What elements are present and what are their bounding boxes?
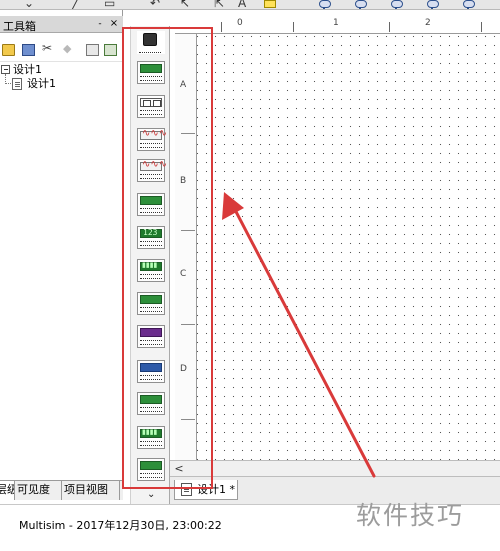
ruler-top-label: 0 — [237, 18, 243, 28]
logic-converter-icon[interactable] — [137, 325, 165, 348]
design-toolbox-panel: 工具箱 - × 设计1 设计1 层级 可见度 项目视图 — [0, 10, 123, 500]
schematic-canvas[interactable] — [175, 14, 500, 460]
netlist-icon[interactable] — [104, 44, 117, 56]
tab-visibility[interactable]: 可见度 — [15, 481, 62, 500]
disabled-icon — [63, 42, 76, 56]
word-generator-icon[interactable] — [137, 259, 165, 282]
collapse-icon[interactable] — [1, 65, 10, 74]
iv-analyzer-icon[interactable] — [137, 360, 165, 383]
properties-icon[interactable] — [86, 44, 99, 56]
note-icon[interactable] — [264, 0, 276, 8]
tab-project-view[interactable]: 项目视图 — [62, 481, 120, 500]
zoom-icon[interactable]: ⌄ — [24, 0, 34, 9]
spectrum-analyzer-icon[interactable] — [137, 426, 165, 449]
ruler-left-label: C — [180, 269, 187, 279]
oscilloscope-icon[interactable] — [137, 128, 167, 151]
distortion-analyzer-icon[interactable] — [137, 392, 165, 415]
probe-icon[interactable] — [352, 0, 368, 9]
horizontal-scrollbar[interactable]: < — [170, 460, 500, 476]
multimeter-icon[interactable] — [137, 31, 165, 54]
pointer-icon[interactable]: ⇱ — [214, 0, 224, 9]
open-folder-icon[interactable] — [2, 44, 15, 56]
pin-button[interactable]: - — [95, 18, 105, 30]
probe-icon[interactable] — [460, 0, 476, 9]
wattmeter-icon[interactable] — [137, 95, 165, 118]
ruler-left: A B C D — [175, 34, 197, 460]
instruments-toolbar: ⌄ — [130, 26, 170, 504]
ruler-top: 0 1 2 — [175, 14, 500, 34]
probe-icon[interactable] — [316, 0, 332, 9]
ruler-left-label: B — [180, 176, 187, 186]
ruler-left-label: A — [180, 80, 187, 90]
panel-toolbar — [0, 40, 123, 62]
network-analyzer-icon[interactable] — [137, 458, 165, 481]
save-icon[interactable] — [22, 44, 35, 56]
tab-design1[interactable]: 设计1 * — [174, 480, 238, 500]
function-generator-icon[interactable] — [137, 61, 165, 84]
top-toolbar: ⌄ ╱ ▭ ↶ ↖ ⇱ A — [0, 0, 500, 10]
watermark: 软件技巧 — [356, 501, 465, 530]
status-text: Multisim - 2017年12月30日, 23:00:22 — [19, 519, 222, 532]
probe-icon[interactable] — [388, 0, 404, 9]
close-button[interactable]: × — [108, 18, 120, 30]
cut-icon[interactable] — [42, 41, 55, 56]
undo-icon[interactable]: ↶ — [150, 0, 160, 9]
panel-tabs: 层级 可见度 项目视图 — [0, 480, 123, 500]
frequency-counter-icon[interactable] — [137, 226, 165, 249]
wire-icon[interactable]: ╱ — [72, 0, 79, 9]
font-icon[interactable]: A — [238, 0, 246, 9]
tree-child-label: 设计1 — [27, 77, 56, 90]
scroll-left-button[interactable]: < — [172, 462, 186, 476]
bode-plotter-icon[interactable] — [137, 193, 165, 216]
probe-icon[interactable] — [424, 0, 440, 9]
doc-tab-label: 设计1 * — [197, 483, 235, 496]
panel-title-bar: 工具箱 - × — [0, 16, 123, 33]
document-icon — [181, 483, 192, 496]
document-icon — [12, 78, 22, 90]
panel-title: 工具箱 — [3, 20, 36, 33]
four-channel-oscilloscope-icon[interactable] — [137, 159, 167, 182]
box-icon[interactable]: ▭ — [104, 0, 115, 9]
ruler-top-label: 2 — [425, 18, 431, 28]
ruler-left-label: D — [180, 364, 187, 374]
more-instruments-icon[interactable]: ⌄ — [147, 490, 157, 500]
tab-hierarchy[interactable]: 层级 — [0, 481, 15, 500]
tree-connector — [5, 74, 11, 84]
ruler-top-label: 1 — [333, 18, 339, 28]
tree-root-label: 设计1 — [13, 63, 42, 76]
logic-analyzer-icon[interactable] — [137, 292, 165, 315]
cursor-icon[interactable]: ↖ — [180, 0, 190, 9]
